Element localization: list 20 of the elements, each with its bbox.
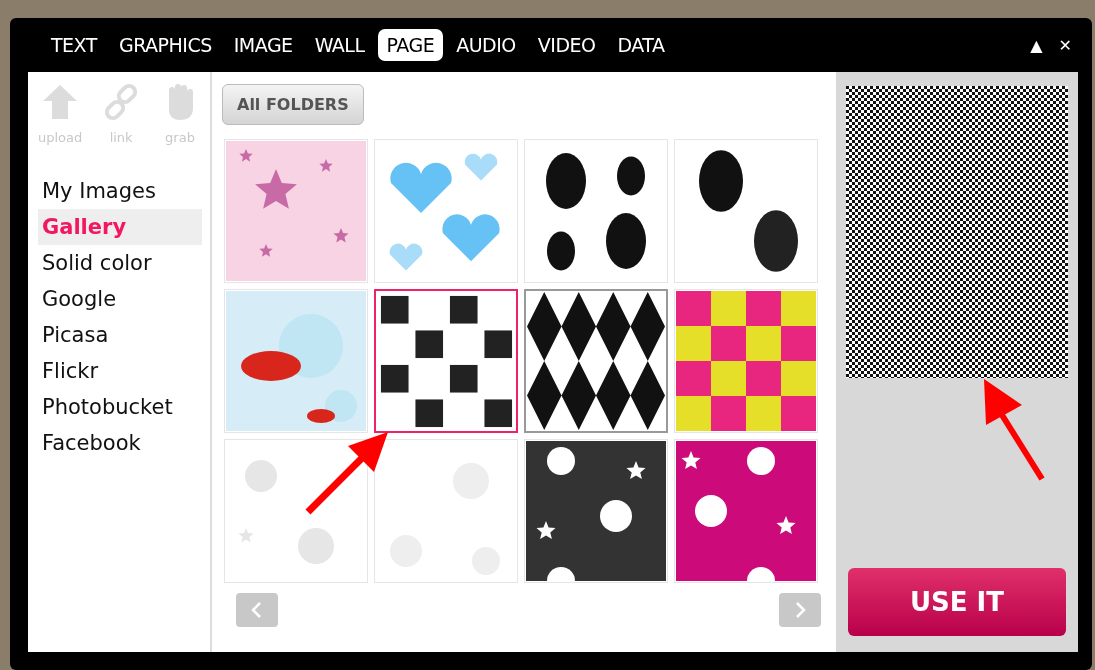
tab[interactable]: VIDEO [528, 29, 605, 61]
sidebar-item[interactable]: Picasa [38, 317, 202, 353]
sidebar-item[interactable]: Google [38, 281, 202, 317]
use-it-button[interactable]: USE IT [848, 568, 1066, 636]
tab[interactable]: IMAGE [224, 29, 302, 61]
sidebar-item[interactable]: Solid color [38, 245, 202, 281]
tab[interactable]: AUDIO [447, 29, 525, 61]
close-button[interactable]: ✕ [1052, 31, 1078, 59]
sidebar-item[interactable]: Gallery [38, 209, 202, 245]
tab[interactable]: DATA [608, 29, 674, 61]
collapse-button[interactable]: ▲ [1024, 31, 1049, 59]
tab[interactable]: WALL [305, 29, 374, 61]
tab[interactable]: PAGE [377, 29, 444, 61]
sidebar-item[interactable]: Photobucket [38, 389, 202, 425]
all-folders-button[interactable]: All FOLDERS [222, 84, 364, 125]
tab[interactable]: GRAPHICS [109, 29, 221, 61]
sidebar-item[interactable]: Flickr [38, 353, 202, 389]
sidebar-item[interactable]: Facebook [38, 425, 202, 461]
tab[interactable]: TEXT [42, 29, 106, 61]
sidebar-item[interactable]: My Images [38, 173, 202, 209]
